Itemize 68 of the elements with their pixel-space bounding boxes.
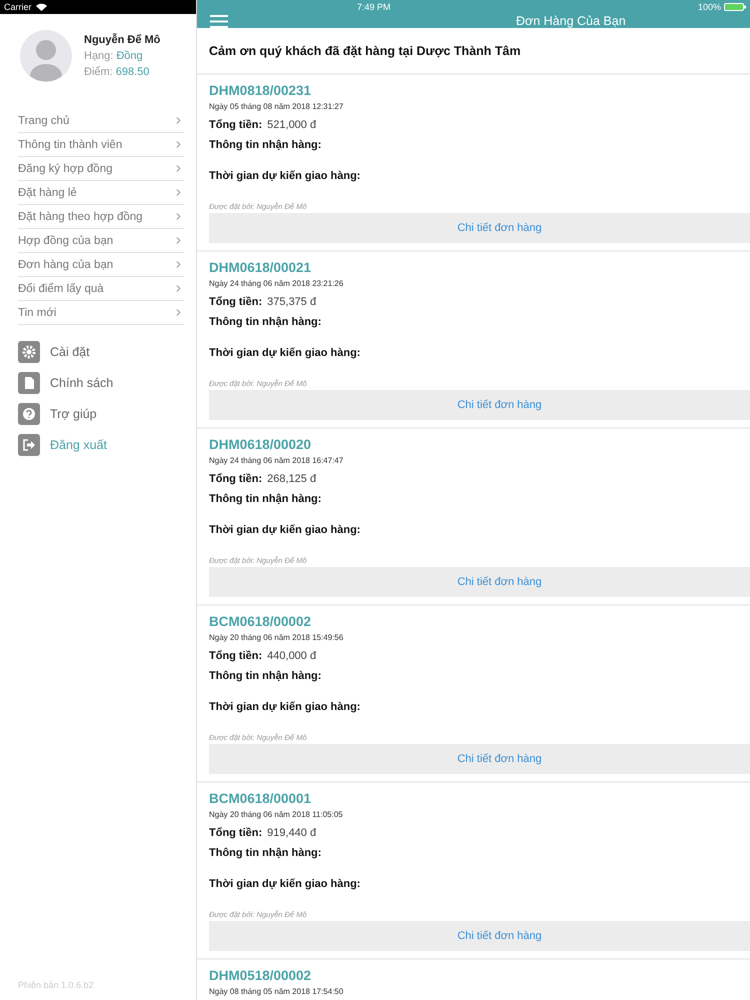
order-code[interactable]: DHM0518/00002 [209,968,750,983]
clock-label: 7:49 PM [357,2,391,12]
order-date: Ngày 24 tháng 06 năm 2018 16:47:47 [209,456,344,465]
menu-item[interactable]: Thông tin thành viên [18,133,184,157]
delivery-time-label: Thời gian dự kiến giao hàng: [209,878,362,890]
carrier-label: Carrier [4,2,32,12]
menu-item[interactable]: Đặt hàng lẻ [18,181,184,205]
delivery-time-label: Thời gian dự kiến giao hàng: [209,170,362,182]
rank-label: Hạng: [84,50,114,62]
total-value: 521,000 đ [267,119,316,131]
receive-info-label: Thông tin nhận hàng: [209,670,322,682]
settings-icon [18,341,40,363]
order-detail-button[interactable]: Chi tiết đơn hàng [209,390,750,420]
order-code[interactable]: BCM0618/00001 [209,791,750,806]
sidebar-action[interactable]: Đăng xuất [18,434,196,456]
sidebar-action[interactable]: Chính sách [18,372,196,394]
menu-icon[interactable] [210,14,228,28]
help-icon [18,403,40,425]
total-value: 268,125 đ [267,473,316,485]
avatar-placeholder [20,30,72,82]
wifi-icon [36,3,47,11]
order-date: Ngày 05 tháng 08 năm 2018 12:31:27 [209,102,344,111]
order-code[interactable]: DHM0818/00231 [209,83,750,98]
order-detail-button[interactable]: Chi tiết đơn hàng [209,567,750,597]
delivery-time-label: Thời gian dự kiến giao hàng: [209,524,362,536]
menu-item[interactable]: Tin mới [18,301,184,325]
battery-icon [724,3,746,11]
order-detail-button[interactable]: Chi tiết đơn hàng [209,744,750,774]
sidebar-action[interactable]: Trợ giúp [18,403,196,425]
menu-item[interactable]: Trang chủ [18,109,184,133]
receive-info-label: Thông tin nhận hàng: [209,493,322,505]
total-value: 919,440 đ [267,827,316,839]
battery-label: 100% [698,2,721,12]
order-code[interactable]: BCM0618/00002 [209,614,750,629]
logout-icon [18,434,40,456]
order-date: Ngày 08 tháng 05 năm 2018 17:54:50 [209,987,344,996]
order-date: Ngày 20 tháng 06 năm 2018 15:49:56 [209,633,344,642]
order-code[interactable]: DHM0618/00021 [209,260,750,275]
receive-info-label: Thông tin nhận hàng: [209,316,322,328]
header-title: Đơn Hàng Của Bạn [516,14,626,28]
delivery-time-label: Thời gian dự kiến giao hàng: [209,347,362,359]
total-label: Tổng tiền: [209,296,262,308]
sidebar-action[interactable]: Cài đặt [18,341,196,363]
menu-item[interactable]: Đổi điểm lấy quà [18,277,184,301]
points-value: 698.50 [116,66,150,78]
points-label: Điểm: [84,66,113,78]
menu-item[interactable]: Hợp đồng của bạn [18,229,184,253]
total-label: Tổng tiền: [209,119,262,131]
order-detail-button[interactable]: Chi tiết đơn hàng [209,213,750,243]
order-code[interactable]: DHM0618/00020 [209,437,750,452]
order-date: Ngày 24 tháng 06 năm 2018 23:21:26 [209,279,344,288]
receive-info-label: Thông tin nhận hàng: [209,139,322,151]
menu-item[interactable]: Đặt hàng theo hợp đồng [18,205,184,229]
document-icon [18,372,40,394]
thanks-message: Cảm ơn quý khách đã đặt hàng tại Dược Thành Tâm [197,28,750,75]
total-value: 440,000 đ [267,650,316,662]
rank-value: Đồng [116,50,143,62]
order-date: Ngày 20 tháng 06 năm 2018 11:05:05 [209,810,344,819]
menu-item[interactable]: Đơn hàng của bạn [18,253,184,277]
delivery-time-label: Thời gian dự kiến giao hàng: [209,701,362,713]
profile-name: Nguyễn Để Mô [84,34,160,46]
total-label: Tổng tiền: [209,650,262,662]
menu-item[interactable]: Đăng ký hợp đồng [18,157,184,181]
order-detail-button[interactable]: Chi tiết đơn hàng [209,921,750,951]
receive-info-label: Thông tin nhận hàng: [209,847,322,859]
total-label: Tổng tiền: [209,827,262,839]
total-label: Tổng tiền: [209,473,262,485]
total-value: 375,375 đ [267,296,316,308]
